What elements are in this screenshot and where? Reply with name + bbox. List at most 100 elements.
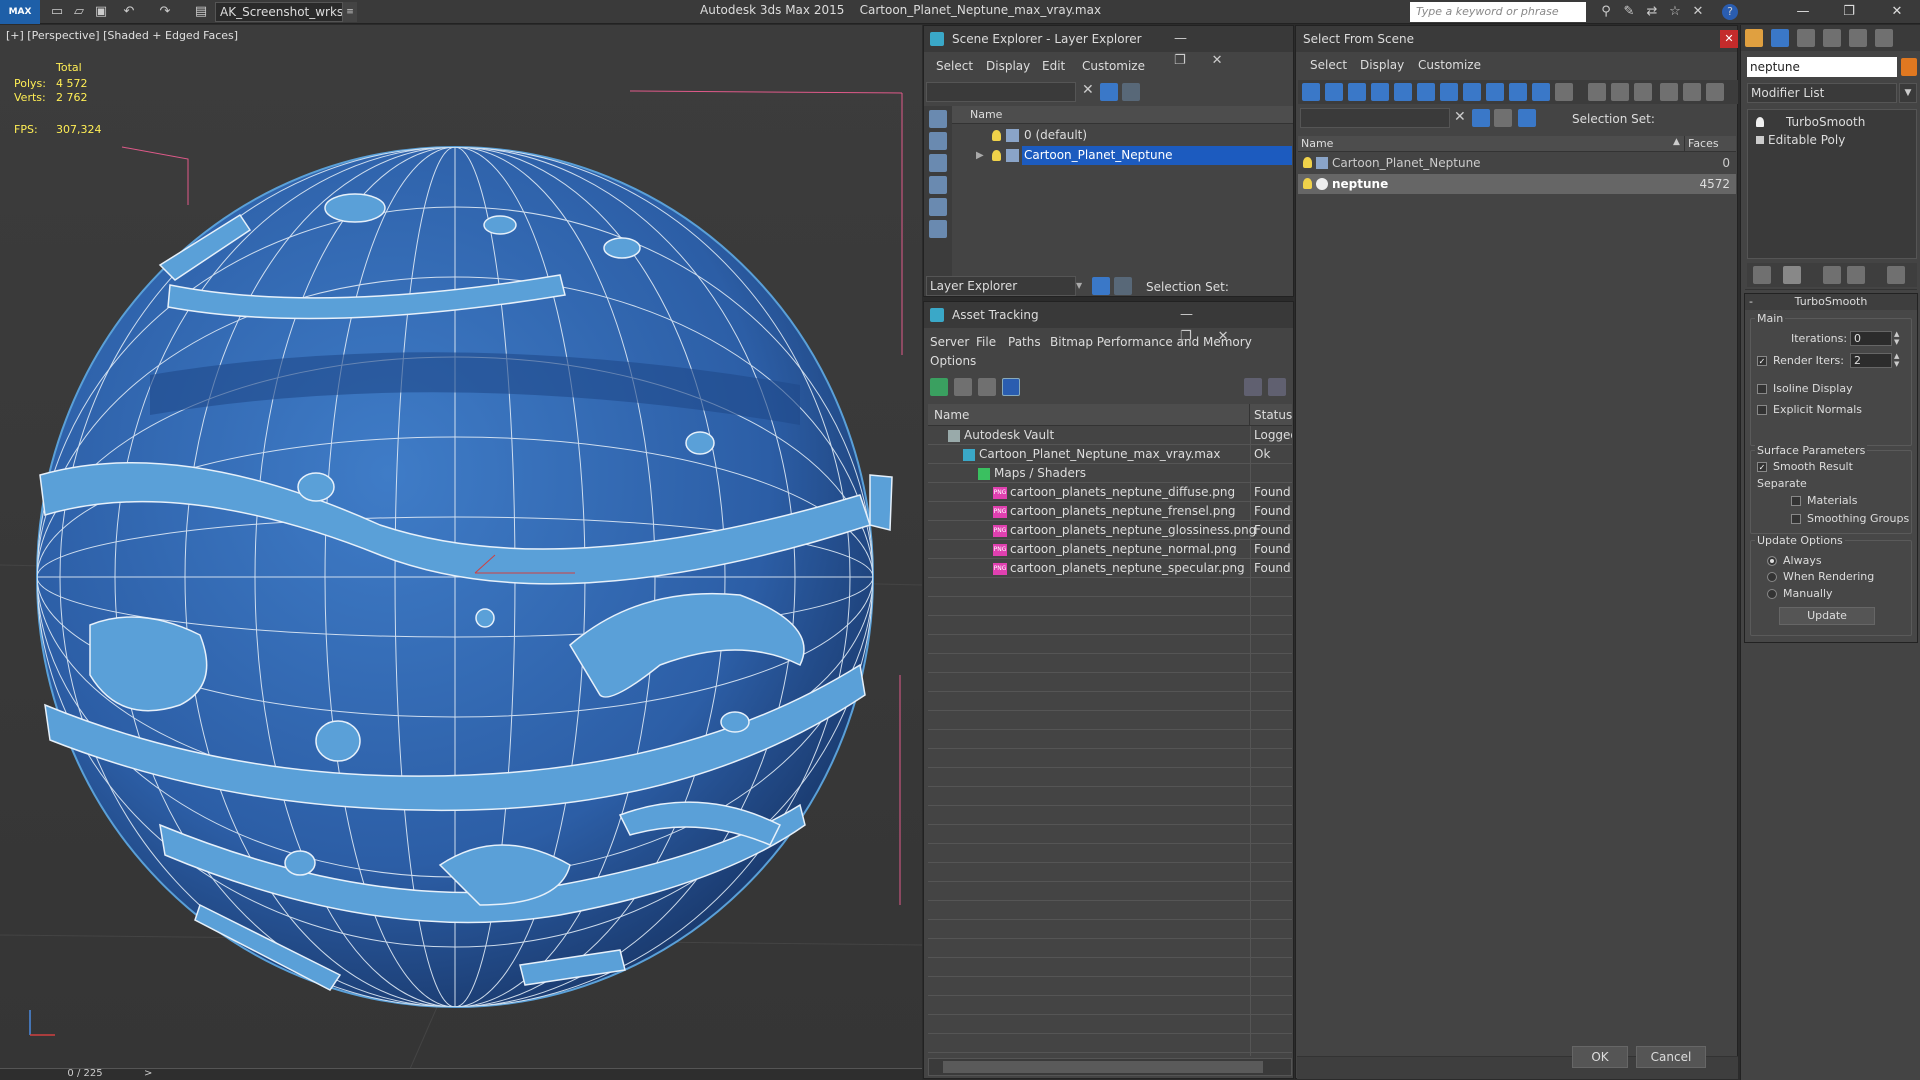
display-none-icon[interactable] [929, 110, 947, 128]
save-file-icon[interactable]: ▣ [92, 3, 110, 21]
filter-icon[interactable] [1100, 83, 1118, 101]
explicit-normals-checkbox[interactable] [1757, 405, 1767, 415]
explorer-type-dropdown[interactable]: Layer Explorer [926, 276, 1076, 296]
modify-tab-icon[interactable] [1771, 29, 1789, 47]
select-none-icon[interactable] [1611, 83, 1629, 101]
object-row-cartoon-planet[interactable]: Cartoon_Planet_Neptune 0 [1298, 153, 1736, 173]
display-shapes-icon[interactable] [929, 154, 947, 172]
menu-file[interactable]: File [976, 330, 996, 354]
cancel-button[interactable]: Cancel [1636, 1046, 1706, 1068]
layer-row-default[interactable]: 0 (default) [954, 126, 1292, 145]
tools-icon[interactable]: ✎ [1620, 3, 1638, 21]
filter-shapes-icon[interactable] [1325, 83, 1343, 101]
menu-select[interactable]: Select [936, 54, 973, 78]
object-name-input[interactable]: neptune [1747, 57, 1897, 77]
sfs-name-header[interactable]: Name [1298, 136, 1685, 152]
display-geometry-icon[interactable] [929, 132, 947, 150]
asset-row[interactable]: Autodesk Vault Logged [928, 426, 1292, 445]
display-helpers-icon[interactable] [929, 220, 947, 238]
asset-horizontal-scrollbar[interactable] [928, 1058, 1292, 1076]
iterations-spinner-icon[interactable]: ▲ ▼ [1894, 330, 1899, 346]
asset-status-header[interactable]: Status [1250, 404, 1292, 426]
scene-explorer-name-header[interactable]: Name [952, 106, 1293, 124]
keyword-search-input[interactable]: Type a keyword or phrase [1410, 2, 1586, 22]
table-view-icon[interactable] [1002, 378, 1020, 396]
undo-icon[interactable]: ↶ [120, 3, 138, 21]
asset-help-icon[interactable] [1244, 378, 1262, 396]
perspective-viewport[interactable]: [+] [Perspective] [Shaded + Edged Faces]… [0, 25, 922, 1069]
scene-explorer-find-input[interactable] [926, 82, 1076, 102]
asset-tracking-window-controls[interactable]: —❐✕ [1180, 304, 1290, 344]
always-row[interactable]: Always [1767, 554, 1822, 567]
select-all-icon[interactable] [1588, 83, 1606, 101]
workspace-dropdown[interactable]: AK_Screenshot_wrksp [215, 2, 343, 22]
sfs-hierarchy-icon[interactable] [1518, 109, 1536, 127]
close-x-icon[interactable]: ✕ [1689, 3, 1707, 21]
restore-window-button[interactable]: ❐ [1826, 0, 1872, 24]
sort-ascending-icon[interactable]: ▲ [1673, 137, 1680, 147]
help-icon[interactable]: ? [1722, 4, 1738, 20]
display-children-icon[interactable] [1683, 83, 1701, 101]
hierarchy-icon[interactable] [1114, 277, 1132, 295]
smoothing-groups-row[interactable]: Smoothing Groups [1791, 512, 1909, 525]
filter-bones-icon[interactable] [1486, 83, 1504, 101]
scrollbar-thumb[interactable] [943, 1061, 1263, 1073]
workspace-menu-icon[interactable]: ≡ [343, 2, 357, 22]
layer-row-neptune[interactable]: ▶ Cartoon_Planet_Neptune [954, 146, 1292, 165]
collapse-all-icon[interactable] [1706, 83, 1724, 101]
object-color-swatch[interactable] [1901, 58, 1917, 76]
time-slider[interactable] [0, 1068, 922, 1080]
motion-tab-icon[interactable] [1823, 29, 1841, 47]
configure-sets-icon[interactable] [1887, 266, 1905, 284]
asset-row[interactable]: PNG cartoon_planets_neptune_specular.png F… [928, 559, 1292, 578]
rollout-collapse-icon[interactable]: - [1749, 295, 1753, 308]
asset-row[interactable]: PNG cartoon_planets_neptune_normal.png Fou… [928, 540, 1292, 559]
when-rendering-row[interactable]: When Rendering [1767, 570, 1874, 583]
stack-item-turbosmooth[interactable]: TurboSmooth [1750, 114, 1910, 130]
clear-find-icon[interactable]: ✕ [1082, 82, 1094, 98]
modifier-list-arrow-icon[interactable]: ▼ [1899, 83, 1917, 103]
filter-cameras-icon[interactable] [1371, 83, 1389, 101]
filter-lights-icon[interactable] [1348, 83, 1366, 101]
minimize-window-button[interactable]: — [1780, 0, 1826, 24]
light-bulb-icon[interactable] [1303, 178, 1312, 189]
find-case-icon[interactable] [1660, 83, 1678, 101]
filter-geometry-icon[interactable] [1302, 83, 1320, 101]
layer-tools-icon[interactable] [1122, 83, 1140, 101]
open-file-icon[interactable]: ▱ [70, 3, 88, 21]
select-invert-icon[interactable] [1634, 83, 1652, 101]
close-window-button[interactable]: ✕ [1874, 0, 1920, 24]
display-lights-icon[interactable] [929, 176, 947, 194]
menu-paths[interactable]: Paths [1008, 330, 1041, 354]
iterations-input[interactable]: 0 [1850, 331, 1892, 346]
materials-row[interactable]: Materials [1791, 494, 1857, 507]
viewport-label[interactable]: [+] [Perspective] [Shaded + Edged Faces] [6, 29, 238, 42]
asset-settings-icon[interactable] [1268, 378, 1286, 396]
redo-icon[interactable]: ↷ [156, 3, 174, 21]
sfs-filter-icon[interactable] [1472, 109, 1490, 127]
filter-xrefs-icon[interactable] [1463, 83, 1481, 101]
asset-row[interactable]: PNG cartoon_planets_neptune_glossiness.pn… [928, 521, 1292, 540]
update-button[interactable]: Update [1779, 607, 1875, 625]
refresh-icon[interactable] [930, 378, 948, 396]
list-view-icon[interactable] [954, 378, 972, 396]
manually-radio[interactable] [1767, 589, 1777, 599]
expand-arrow-icon[interactable]: ▶ [976, 146, 984, 165]
sfs-clear-find-icon[interactable]: ✕ [1454, 109, 1466, 125]
dialog-close-button[interactable]: ✕ [1720, 30, 1738, 48]
sort-layers-icon[interactable] [1092, 277, 1110, 295]
sfs-menu-customize[interactable]: Customize [1418, 53, 1481, 77]
pin-stack-icon[interactable] [1753, 266, 1771, 284]
modifier-bulb-icon[interactable] [1756, 117, 1764, 127]
isoline-display-row[interactable]: Isoline Display [1757, 382, 1853, 395]
project-folder-icon[interactable]: ▤ [192, 3, 210, 21]
filter-frozen-icon[interactable] [1532, 83, 1550, 101]
menu-display[interactable]: Display [986, 54, 1030, 78]
menu-options[interactable]: Options [930, 349, 976, 373]
filter-hidden-icon[interactable] [1555, 83, 1573, 101]
sfs-faces-header[interactable]: Faces [1685, 136, 1736, 152]
stack-item-editable-poly[interactable]: Editable Poly [1750, 132, 1910, 148]
hierarchy-tab-icon[interactable] [1797, 29, 1815, 47]
exchange-icon[interactable]: ⇄ [1643, 3, 1661, 21]
dropdown-arrow-icon[interactable]: ▼ [1076, 276, 1088, 296]
